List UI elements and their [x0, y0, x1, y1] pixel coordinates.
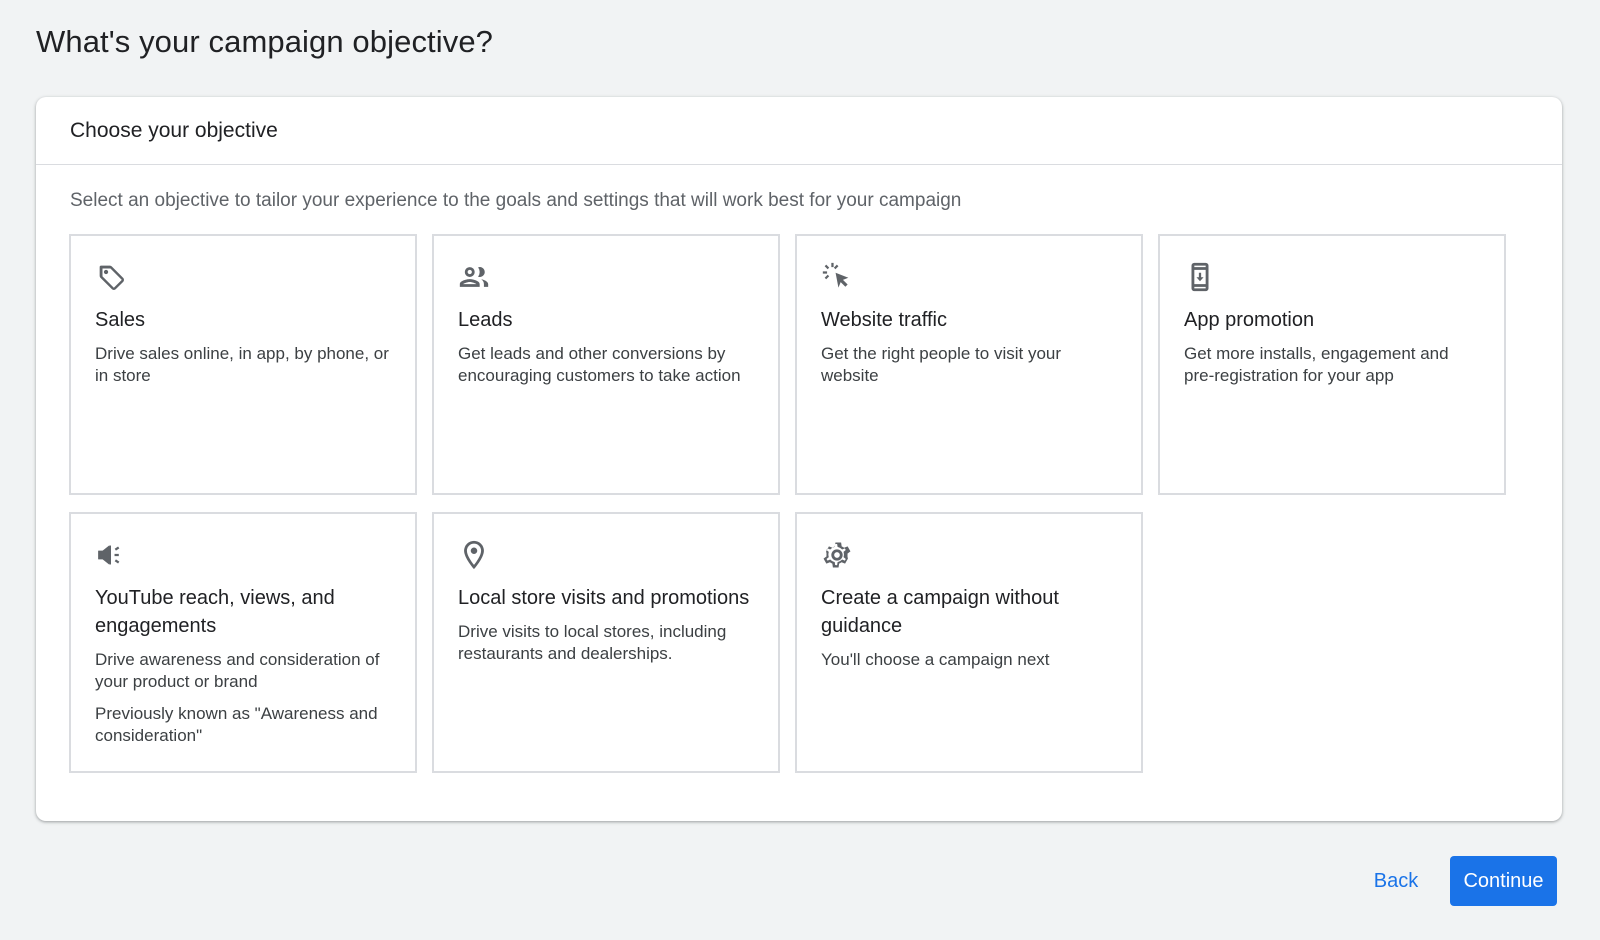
back-button[interactable]: Back	[1356, 856, 1436, 906]
cursor-click-icon	[820, 260, 854, 294]
objective-tile-local-store[interactable]: Local store visits and promotions Drive …	[432, 512, 780, 773]
tile-description: Drive awareness and consideration of you…	[95, 650, 380, 691]
gear-icon	[820, 538, 854, 572]
tile-description: You'll choose a campaign next	[821, 650, 1050, 669]
objective-tile-website-traffic[interactable]: Website traffic Get the right people to …	[795, 234, 1143, 495]
tile-title: Leads	[458, 309, 513, 331]
objective-tile-app-promotion[interactable]: App promotion Get more installs, engagem…	[1158, 234, 1506, 495]
tile-title: Website traffic	[821, 309, 947, 331]
objective-tile-leads[interactable]: Leads Get leads and other conversions by…	[432, 234, 780, 495]
megaphone-icon	[94, 538, 128, 572]
objective-tile-sales[interactable]: Sales Drive sales online, in app, by pho…	[69, 234, 417, 495]
intro-text: Select an objective to tailor your exper…	[70, 190, 962, 211]
continue-button[interactable]: Continue	[1450, 856, 1557, 906]
tile-description: Get more installs, engagement and pre-re…	[1184, 344, 1449, 385]
people-icon	[457, 260, 491, 294]
tile-description: Get leads and other conversions by encou…	[458, 344, 741, 385]
objective-card: Choose your objective Select an objectiv…	[36, 97, 1562, 821]
tile-title: Local store visits and promotions	[458, 587, 750, 609]
tile-description: Get the right people to visit your websi…	[821, 344, 1062, 385]
tile-title: Create a campaign without guidance	[821, 587, 1059, 637]
card-header: Choose your objective	[36, 97, 1562, 165]
tile-title: YouTube reach, views, and engagements	[95, 587, 335, 637]
tile-description: Drive sales online, in app, by phone, or…	[95, 344, 389, 385]
card-title: Choose your objective	[70, 118, 278, 142]
phone-download-icon	[1183, 260, 1217, 294]
tile-note: Previously known as "Awareness and consi…	[95, 704, 378, 745]
tile-title: App promotion	[1184, 309, 1315, 331]
tag-icon	[94, 260, 128, 294]
objective-tile-youtube[interactable]: YouTube reach, views, and engagements Dr…	[69, 512, 417, 773]
location-pin-icon	[457, 538, 491, 572]
tile-title: Sales	[95, 309, 146, 331]
objective-tile-no-guidance[interactable]: Create a campaign without guidance You'l…	[795, 512, 1143, 773]
page-title: What's your campaign objective?	[36, 24, 494, 59]
tile-description: Drive visits to local stores, including …	[458, 622, 727, 663]
